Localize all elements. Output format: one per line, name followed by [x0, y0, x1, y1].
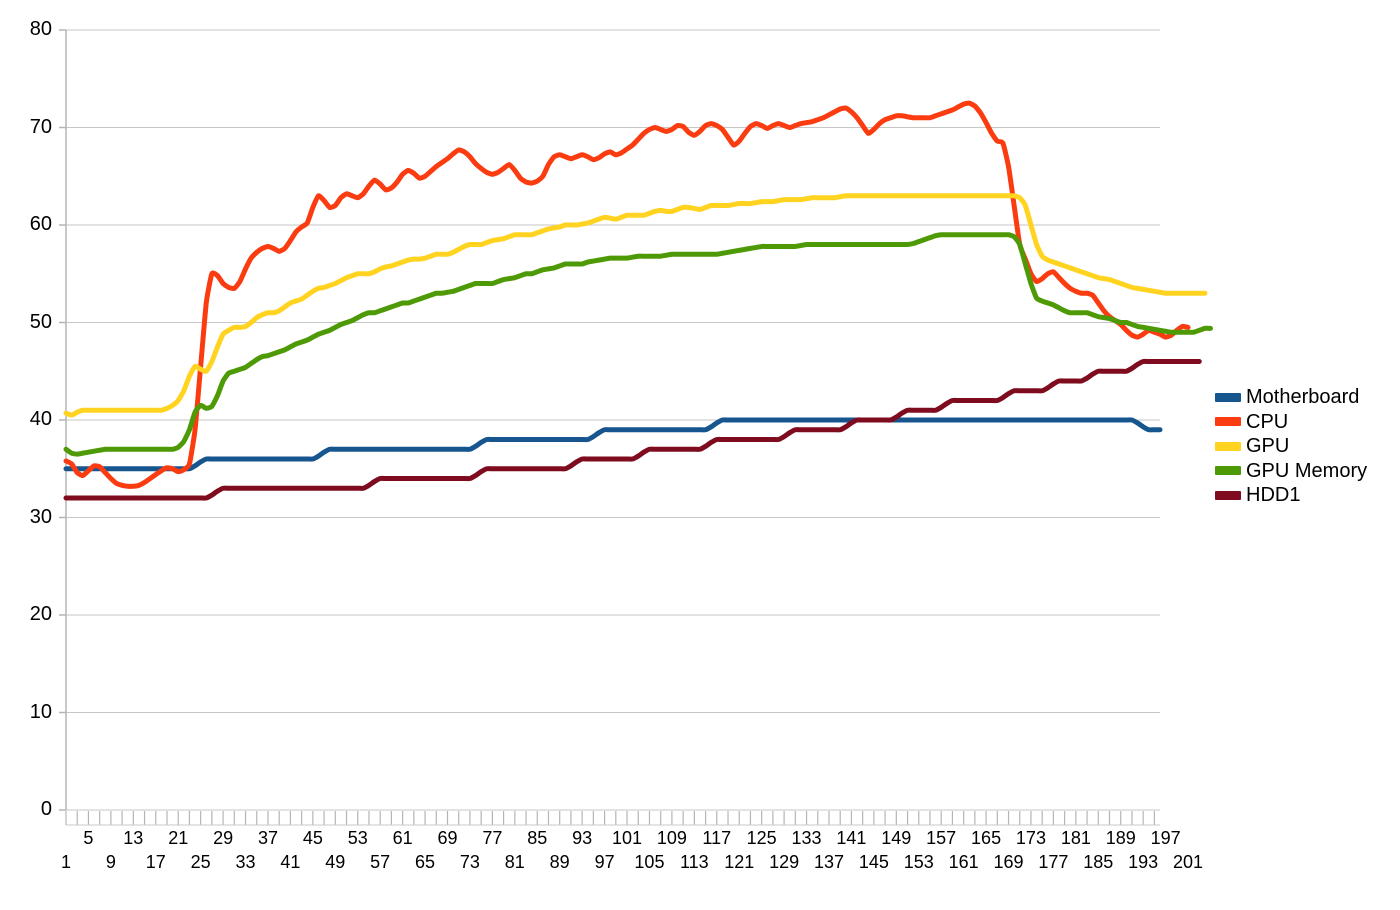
chart-root: 0 10 20 30 40 50 60 70 80 5 13 21 29 37 45 53 61 69 77 85 93…: [0, 0, 1400, 910]
legend-item-gpu-memory[interactable]: GPU Memory: [1215, 459, 1367, 484]
legend-swatch-icon: [1215, 417, 1241, 427]
legend-swatch-icon: [1215, 466, 1241, 476]
y-axis-tick-label: 50: [29, 310, 52, 333]
legend-label: HDD1: [1246, 484, 1301, 507]
legend-swatch-icon: [1215, 441, 1241, 451]
legend-item-gpu[interactable]: GPU: [1215, 434, 1367, 459]
legend-swatch-icon: [1215, 490, 1241, 500]
legend-item-hdd1[interactable]: HDD1: [1215, 483, 1367, 508]
x-axis-tick-label-lower: 201: [1173, 852, 1204, 872]
y-axis-tick-label: 0: [40, 798, 52, 820]
legend-label: Motherboard: [1246, 386, 1360, 409]
legend-swatch-icon: [1215, 392, 1241, 402]
series-line-motherboard: [63, 417, 1163, 472]
legend-item-cpu[interactable]: CPU: [1215, 410, 1367, 435]
legend-label: CPU: [1246, 410, 1289, 433]
x-axis-tick-label-upper: 197: [1150, 828, 1181, 848]
y-axis-tick-label: 40: [29, 408, 52, 430]
y-axis-tick-label: 60: [29, 213, 52, 235]
legend-item-motherboard[interactable]: Motherboard: [1215, 385, 1367, 410]
chart-plot-area: [59, 29, 1213, 826]
series-line-gpu: [63, 193, 1208, 418]
y-axis-tick-label: 80: [29, 18, 52, 40]
y-axis-tick-label: 20: [29, 603, 52, 625]
legend-label: GPU Memory: [1246, 459, 1368, 482]
y-axis-tick-label: 10: [29, 700, 52, 723]
y-axis-tick-label: 70: [29, 115, 52, 138]
chart-legend: Motherboard CPU GPU GPU Memory HDD1: [1215, 385, 1367, 508]
legend-label: GPU: [1246, 435, 1290, 458]
y-axis-tick-label: 30: [29, 505, 52, 528]
